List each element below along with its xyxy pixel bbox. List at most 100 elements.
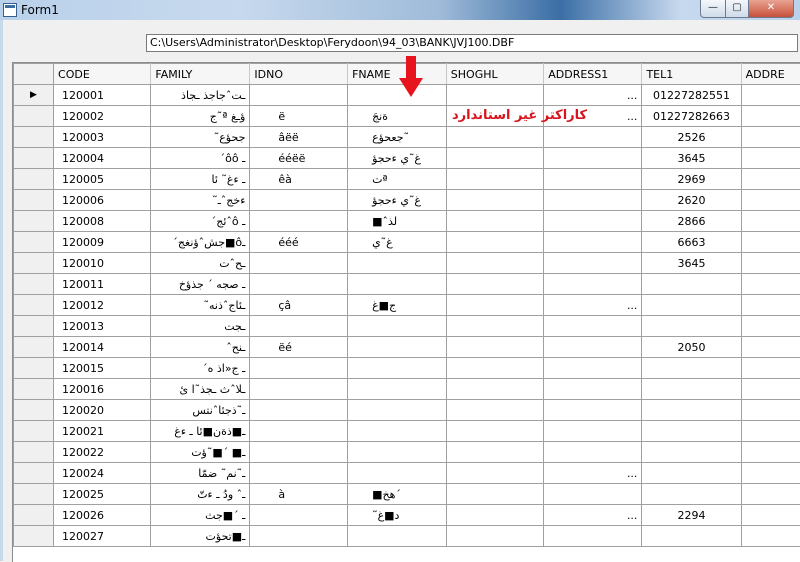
table-row[interactable]: 120003جحؤع˜âëëجعحؤع˜2526 bbox=[14, 127, 800, 148]
column-header-tel1[interactable]: TEL1 bbox=[642, 64, 741, 85]
cell-family[interactable]: ـ صجه ˊ جذؤخ bbox=[151, 274, 250, 295]
cell-shoghl[interactable] bbox=[446, 358, 543, 379]
cell-family[interactable]: ـ■ذةن■ئا ـ ءغ bbox=[151, 421, 250, 442]
cell-address1[interactable]: ... bbox=[544, 463, 642, 484]
cell-shoghl[interactable] bbox=[446, 127, 543, 148]
cell-family[interactable]: ـˆ ودُ ـ ءتّ bbox=[151, 484, 250, 505]
table-row[interactable]: 120010ـحˆت3645 bbox=[14, 253, 800, 274]
cell-family[interactable]: ـلاˆث ـجذ˜ا ئ bbox=[151, 379, 250, 400]
cell-address1[interactable] bbox=[544, 148, 642, 169]
cell-addre[interactable] bbox=[741, 526, 800, 547]
table-row[interactable]: 120020ـ˜ذجئاˆنتس bbox=[14, 400, 800, 421]
cell-family[interactable]: ـحˆت bbox=[151, 253, 250, 274]
cell-fname[interactable] bbox=[348, 442, 447, 463]
cell-code[interactable]: 120013 bbox=[54, 316, 151, 337]
row-header[interactable] bbox=[14, 505, 54, 526]
row-header[interactable] bbox=[14, 253, 54, 274]
cell-idno[interactable]: ëé bbox=[250, 337, 348, 358]
cell-addre[interactable] bbox=[741, 148, 800, 169]
cell-shoghl[interactable] bbox=[446, 148, 543, 169]
table-row[interactable]: 120014ـنحˆëé2050 bbox=[14, 337, 800, 358]
row-header[interactable] bbox=[14, 337, 54, 358]
cell-code[interactable]: 120009 bbox=[54, 232, 151, 253]
cell-shoghl[interactable] bbox=[446, 274, 543, 295]
cell-tel1[interactable]: 2866 bbox=[642, 211, 741, 232]
cell-address1[interactable] bbox=[544, 421, 642, 442]
cell-code[interactable]: 120001 bbox=[54, 85, 151, 106]
cell-idno[interactable]: ë bbox=[250, 106, 348, 127]
row-header[interactable] bbox=[14, 379, 54, 400]
cell-family[interactable]: ءخجˆـ˜ bbox=[151, 190, 250, 211]
column-header-address1[interactable]: ADDRESS1 bbox=[544, 64, 642, 85]
cell-addre[interactable] bbox=[741, 85, 800, 106]
cell-idno[interactable]: à bbox=[250, 484, 348, 505]
cell-idno[interactable] bbox=[250, 379, 348, 400]
cell-code[interactable]: 120003 bbox=[54, 127, 151, 148]
cell-family[interactable]: جحؤع˜ bbox=[151, 127, 250, 148]
cell-tel1[interactable] bbox=[642, 526, 741, 547]
cell-idno[interactable] bbox=[250, 190, 348, 211]
table-row[interactable]: 120015ـ ج«اذ هˊ bbox=[14, 358, 800, 379]
cell-tel1[interactable] bbox=[642, 358, 741, 379]
cell-fname[interactable] bbox=[348, 526, 447, 547]
cell-addre[interactable] bbox=[741, 442, 800, 463]
cell-tel1[interactable]: 2050 bbox=[642, 337, 741, 358]
table-row[interactable]: 120008ـ ôˆئجˊ■ˆلذ2866 bbox=[14, 211, 800, 232]
cell-fname[interactable] bbox=[348, 316, 447, 337]
row-header[interactable] bbox=[14, 148, 54, 169]
cell-family[interactable]: ـتˆجاجذ ـجاذ bbox=[151, 85, 250, 106]
cell-code[interactable]: 120027 bbox=[54, 526, 151, 547]
table-row[interactable]: 120027ـ■تحؤت bbox=[14, 526, 800, 547]
cell-family[interactable]: ـ■تحؤت bbox=[151, 526, 250, 547]
cell-idno[interactable] bbox=[250, 358, 348, 379]
table-row[interactable]: 120022ـ■ ˊ■˜ؤت bbox=[14, 442, 800, 463]
cell-address1[interactable] bbox=[544, 190, 642, 211]
cell-code[interactable]: 120015 bbox=[54, 358, 151, 379]
cell-idno[interactable] bbox=[250, 442, 348, 463]
cell-code[interactable]: 120014 bbox=[54, 337, 151, 358]
cell-addre[interactable] bbox=[741, 274, 800, 295]
cell-shoghl[interactable] bbox=[446, 463, 543, 484]
cell-idno[interactable] bbox=[250, 211, 348, 232]
cell-family[interactable]: ـ ˊ■جث bbox=[151, 505, 250, 526]
cell-fname[interactable] bbox=[348, 421, 447, 442]
cell-fname[interactable] bbox=[348, 463, 447, 484]
row-header[interactable] bbox=[14, 190, 54, 211]
cell-address1[interactable] bbox=[544, 484, 642, 505]
row-header[interactable] bbox=[14, 295, 54, 316]
cell-family[interactable]: ـئاجˆذنه˜ bbox=[151, 295, 250, 316]
cell-tel1[interactable]: 6663 bbox=[642, 232, 741, 253]
cell-addre[interactable] bbox=[741, 463, 800, 484]
cell-fname[interactable]: جعحؤع˜ bbox=[348, 127, 447, 148]
row-header[interactable]: ▶ bbox=[14, 85, 54, 106]
cell-fname[interactable]: غ˜ي ءحجؤ bbox=[348, 148, 447, 169]
cell-address1[interactable] bbox=[544, 127, 642, 148]
cell-code[interactable]: 120011 bbox=[54, 274, 151, 295]
row-header[interactable] bbox=[14, 358, 54, 379]
cell-family[interactable]: ـ ôôˊ bbox=[151, 148, 250, 169]
cell-tel1[interactable]: 3645 bbox=[642, 148, 741, 169]
cell-addre[interactable] bbox=[741, 337, 800, 358]
cell-code[interactable]: 120002 bbox=[54, 106, 151, 127]
cell-code[interactable]: 120016 bbox=[54, 379, 151, 400]
cell-address1[interactable] bbox=[544, 358, 642, 379]
table-row[interactable]: 120005ـ ءغ˜ ئاêàتª2969 bbox=[14, 169, 800, 190]
row-header[interactable] bbox=[14, 232, 54, 253]
cell-shoghl[interactable] bbox=[446, 190, 543, 211]
cell-shoghl[interactable] bbox=[446, 379, 543, 400]
row-header[interactable] bbox=[14, 169, 54, 190]
cell-address1[interactable] bbox=[544, 400, 642, 421]
cell-addre[interactable] bbox=[741, 127, 800, 148]
cell-family[interactable]: ـ˜نم˜ ضمّا bbox=[151, 463, 250, 484]
cell-fname[interactable]: غ˜ي bbox=[348, 232, 447, 253]
row-header[interactable] bbox=[14, 127, 54, 148]
cell-idno[interactable] bbox=[250, 400, 348, 421]
cell-addre[interactable] bbox=[741, 379, 800, 400]
cell-idno[interactable]: âëë bbox=[250, 127, 348, 148]
row-header[interactable] bbox=[14, 400, 54, 421]
cell-tel1[interactable]: 01227282551 bbox=[642, 85, 741, 106]
cell-addre[interactable] bbox=[741, 232, 800, 253]
row-header[interactable] bbox=[14, 421, 54, 442]
cell-fname[interactable]: ■ˆلذ bbox=[348, 211, 447, 232]
cell-tel1[interactable] bbox=[642, 274, 741, 295]
